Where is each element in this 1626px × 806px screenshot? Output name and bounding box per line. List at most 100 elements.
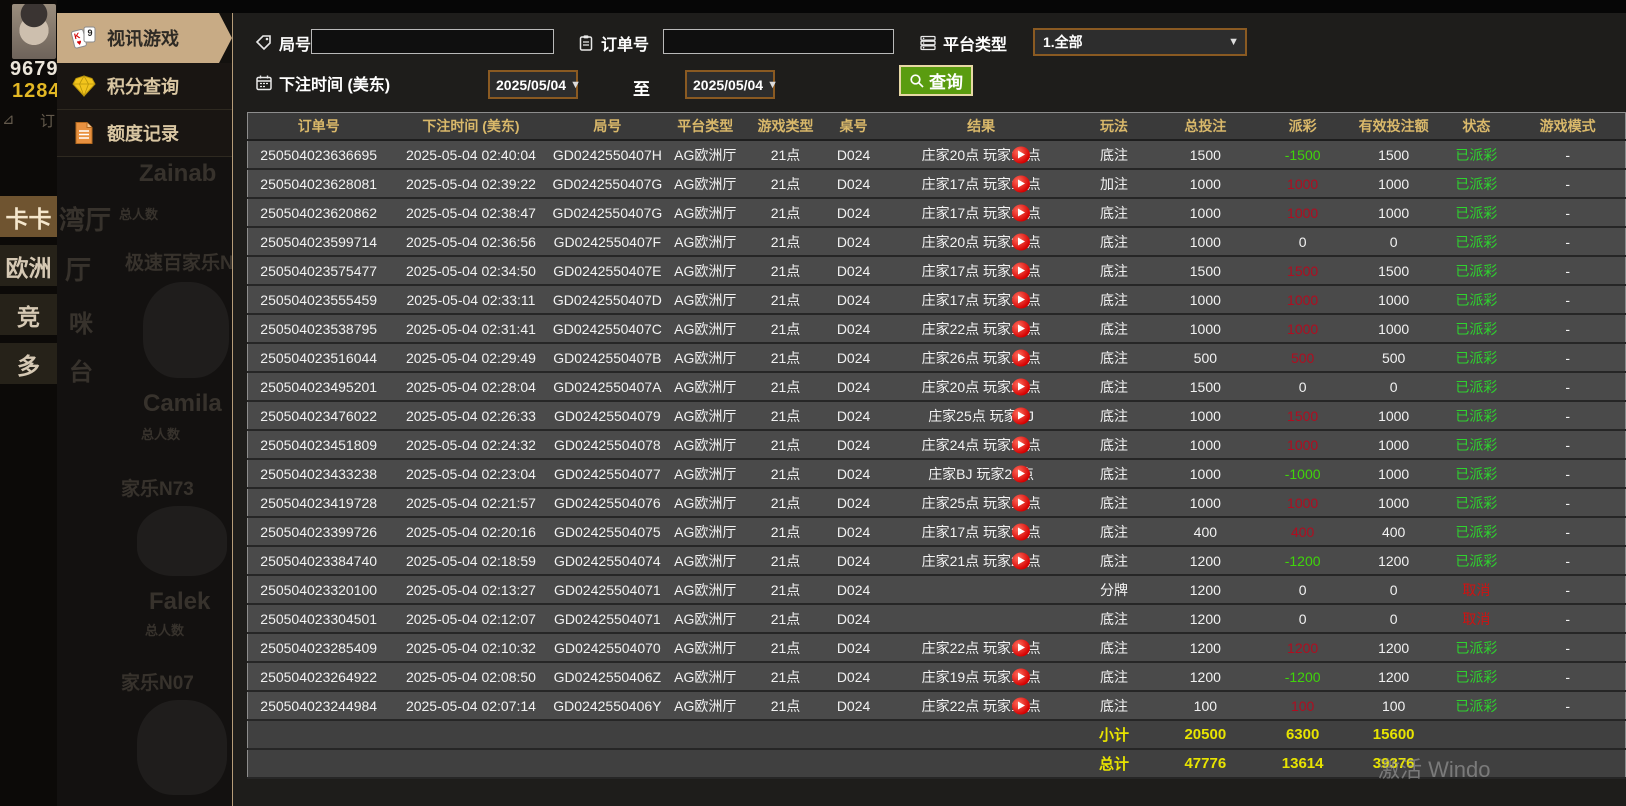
replay-icon[interactable] — [1011, 349, 1030, 366]
cell-result: 庄家22点 玩家13点 — [884, 633, 1078, 663]
replay-icon[interactable] — [1011, 436, 1030, 453]
grand-total-cell-round_no — [552, 749, 663, 779]
cell-order_no: 250504023419728 — [247, 488, 390, 518]
replay-icon[interactable] — [1011, 262, 1030, 279]
cell-payout: 500 — [1260, 343, 1345, 373]
bet-time-label-group: 下注时间 (美东) — [255, 71, 390, 95]
cell-valid_bet: 1000 — [1344, 430, 1443, 460]
cell-order_no: 250504023320100 — [247, 575, 390, 605]
lobby-tab-3[interactable]: 多 — [0, 343, 57, 384]
cell-game_mode: - — [1510, 430, 1626, 460]
cell-valid_bet: 500 — [1344, 343, 1443, 373]
replay-icon[interactable] — [1011, 407, 1030, 424]
platform-type-label: 平台类型 — [943, 37, 1008, 54]
sidebar-item-0[interactable]: K ♥ 9 视讯游戏 — [57, 13, 232, 63]
cell-valid_bet: 1500 — [1344, 140, 1443, 170]
cell-play: 底注 — [1077, 488, 1151, 518]
cell-result: 庄家17点 玩家19点 — [884, 198, 1078, 228]
cell-payout: 1200 — [1260, 633, 1345, 663]
table-row: 250504023555459 2025-05-04 02:33:11 GD0242… — [247, 285, 1626, 315]
grand-total-cell-bet_time — [389, 749, 553, 779]
table-row: 250504023538795 2025-05-04 02:31:41 GD0242… — [247, 314, 1626, 344]
table-row: 250504023628081 2025-05-04 02:39:22 GD0242… — [247, 169, 1626, 199]
replay-icon[interactable] — [1011, 146, 1030, 163]
cell-bet_time: 2025-05-04 02:08:50 — [389, 662, 553, 692]
sidebar-item-1[interactable]: 积分查询 — [57, 63, 232, 110]
cell-payout: 1000 — [1260, 488, 1345, 518]
cell-bet_time: 2025-05-04 02:10:32 — [389, 633, 553, 663]
cell-order_no: 250504023628081 — [247, 169, 390, 199]
cell-status: 已派彩 — [1442, 343, 1511, 373]
table-row: 250504023244984 2025-05-04 02:07:14 GD0242… — [247, 691, 1626, 721]
svg-text:9: 9 — [88, 28, 93, 38]
user-avatar[interactable] — [12, 4, 56, 59]
cell-valid_bet: 100 — [1344, 691, 1443, 721]
lobby-tab-0[interactable]: 卡卡 — [0, 196, 57, 237]
cell-game_type: 21点 — [748, 372, 823, 402]
cell-order_no: 250504023599714 — [247, 227, 390, 257]
cell-game_type: 21点 — [748, 488, 823, 518]
cell-game_mode: - — [1510, 575, 1626, 605]
cell-play: 底注 — [1077, 285, 1151, 315]
platform-type-select[interactable]: 1.全部 ▼ — [1033, 28, 1247, 56]
cell-platform: AG欧洲厅 — [662, 633, 749, 663]
date-from-select[interactable]: 2025/05/04 ▼ — [488, 70, 581, 99]
cell-game_mode: - — [1510, 372, 1626, 402]
cell-status: 取消 — [1442, 604, 1511, 634]
replay-icon[interactable] — [1011, 320, 1030, 337]
replay-icon[interactable] — [1011, 697, 1030, 714]
round-no-input[interactable] — [311, 29, 554, 54]
grand-total-cell-payout: 13614 — [1260, 749, 1345, 779]
grand-total-cell-total_bet: 47776 — [1150, 749, 1261, 779]
cell-valid_bet: 1000 — [1344, 285, 1443, 315]
cell-game_type: 21点 — [748, 662, 823, 692]
chevron-down-icon: ▼ — [767, 78, 778, 91]
replay-icon[interactable] — [1011, 233, 1030, 250]
lobby-tab-2[interactable]: 竞 — [0, 294, 57, 335]
cell-bet_time: 2025-05-04 02:33:11 — [389, 285, 553, 315]
dimmed-lobby-text: 极速百家乐N — [125, 253, 232, 274]
order-no-input[interactable] — [663, 29, 894, 54]
search-button[interactable]: 查询 — [899, 65, 973, 96]
subtotal-cell-play: 小计 — [1077, 720, 1151, 750]
replay-icon[interactable] — [1011, 204, 1030, 221]
cell-platform: AG欧洲厅 — [662, 604, 749, 634]
cell-game_type: 21点 — [748, 343, 823, 373]
cell-result: 庄家26点 玩家17点 — [884, 343, 1078, 373]
replay-icon[interactable] — [1011, 465, 1030, 482]
cell-bet_time: 2025-05-04 02:20:16 — [389, 517, 553, 547]
replay-icon[interactable] — [1011, 639, 1030, 656]
cell-total_bet: 400 — [1150, 517, 1261, 547]
cell-game_mode: - — [1510, 488, 1626, 518]
cell-game_type: 21点 — [748, 633, 823, 663]
replay-icon[interactable] — [1011, 523, 1030, 540]
table-row: 250504023599714 2025-05-04 02:36:56 GD0242… — [247, 227, 1626, 257]
lobby-tab-1[interactable]: 欧洲 — [0, 245, 57, 286]
date-to-value: 2025/05/04 — [693, 76, 764, 93]
cell-game_type: 21点 — [748, 459, 823, 489]
cell-status: 已派彩 — [1442, 459, 1511, 489]
cell-bet_time: 2025-05-04 02:26:33 — [389, 401, 553, 431]
cell-payout: 100 — [1260, 691, 1345, 721]
replay-icon[interactable] — [1011, 668, 1030, 685]
cell-game_mode: - — [1510, 546, 1626, 576]
cell-table_no: D024 — [822, 401, 885, 431]
replay-icon[interactable] — [1011, 552, 1030, 569]
replay-icon[interactable] — [1011, 291, 1030, 308]
table-row: 250504023620862 2025-05-04 02:38:47 GD0242… — [247, 198, 1626, 228]
replay-icon[interactable] — [1011, 175, 1030, 192]
replay-icon[interactable] — [1011, 378, 1030, 395]
screen: 9679 1284 ⊿ 订 卡卡 欧洲竞多 湾厅厅咪台 Zainab 总人数 极速百家乐… — [0, 0, 1626, 806]
cell-platform: AG欧洲厅 — [662, 488, 749, 518]
replay-icon[interactable] — [1011, 494, 1030, 511]
cell-order_no: 250504023244984 — [247, 691, 390, 721]
cell-result: 庄家22点 玩家19点 — [884, 691, 1078, 721]
cell-payout: -1200 — [1260, 662, 1345, 692]
cell-status: 已派彩 — [1442, 546, 1511, 576]
sidebar-item-2[interactable]: 额度记录 — [57, 110, 232, 157]
cell-valid_bet: 1000 — [1344, 401, 1443, 431]
cell-game_type: 21点 — [748, 517, 823, 547]
cell-status: 已派彩 — [1442, 169, 1511, 199]
table-row: 250504023433238 2025-05-04 02:23:04 GD0242… — [247, 459, 1626, 489]
date-to-select[interactable]: 2025/05/04 ▼ — [685, 70, 778, 99]
